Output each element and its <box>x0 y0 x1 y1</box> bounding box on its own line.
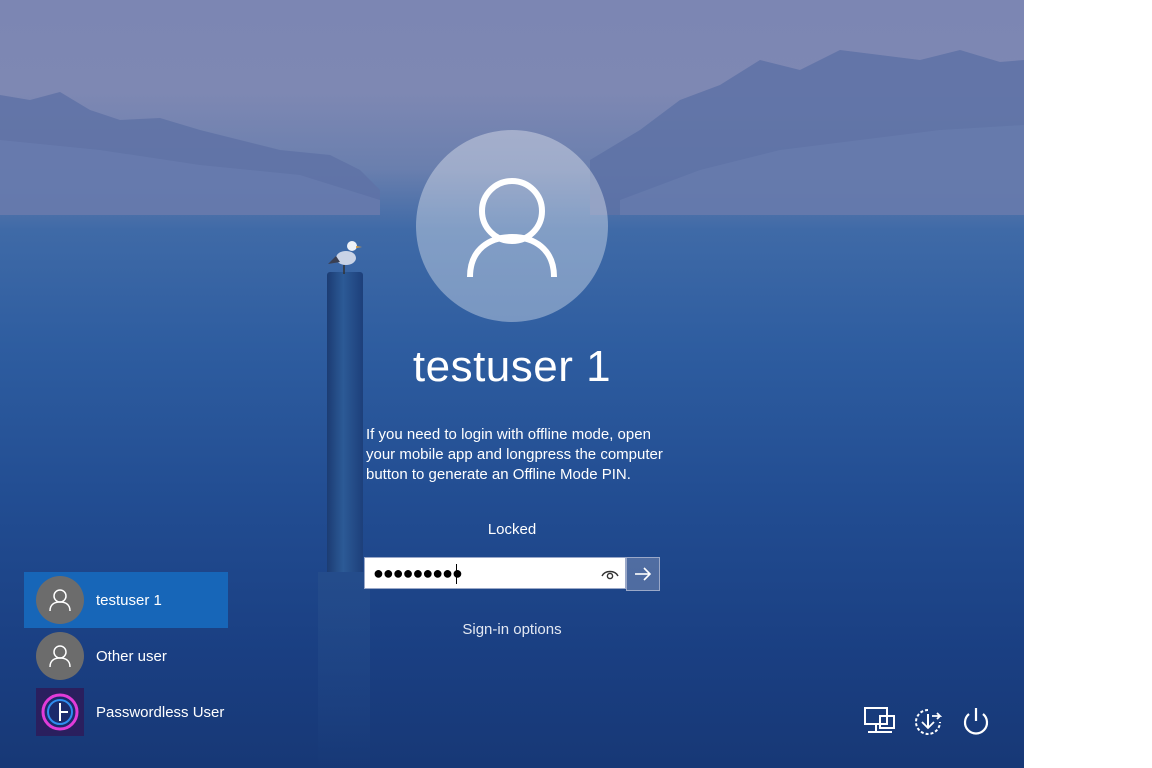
seagull-icon <box>328 241 362 274</box>
pillar <box>327 272 363 572</box>
lock-screen: testuser 1 If you need to login with off… <box>0 0 1024 768</box>
user-item-other-user[interactable]: Other user <box>24 628 228 684</box>
user-name: Passwordless User <box>96 703 225 721</box>
user-name: testuser 1 <box>96 591 162 609</box>
avatar <box>36 688 84 736</box>
user-item-passwordless-user[interactable]: Passwordless User <box>24 684 228 740</box>
sign-in-options-link[interactable]: Sign-in options <box>412 621 612 638</box>
avatar <box>36 632 84 680</box>
password-input[interactable]: ●●●●●●●●● <box>364 557 626 589</box>
user-item-testuser-1[interactable]: testuser 1 <box>24 572 228 628</box>
submit-button[interactable] <box>626 557 660 591</box>
user-icon <box>467 178 557 278</box>
avatar <box>36 576 84 624</box>
pillar-reflection <box>318 572 370 768</box>
arrow-right-icon <box>635 567 652 581</box>
user-icon <box>49 589 71 612</box>
power-icon[interactable] <box>958 704 994 740</box>
accessibility-icon[interactable] <box>910 704 946 740</box>
user-icon <box>49 645 71 668</box>
network-icon[interactable] <box>862 704 898 740</box>
status-text: Locked <box>487 521 537 538</box>
password-value: ●●●●●●●●● <box>373 563 463 583</box>
passwordless-logo-icon <box>41 693 79 731</box>
reveal-password-icon[interactable] <box>599 564 621 584</box>
text-caret <box>456 564 457 584</box>
username-heading: testuser 1 <box>412 342 612 391</box>
user-list: testuser 1 Other user Passwordless User <box>24 572 228 740</box>
user-avatar-large <box>416 130 608 322</box>
system-tray <box>860 704 1000 744</box>
offline-mode-info: If you need to login with offline mode, … <box>366 426 663 483</box>
user-name: Other user <box>96 647 167 665</box>
